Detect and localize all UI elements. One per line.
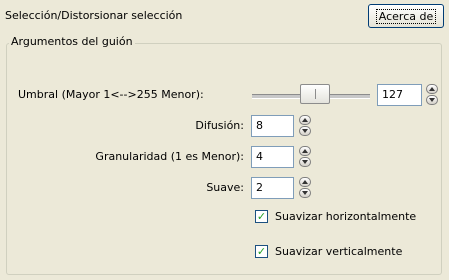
dialog-title: Selección/Distorsionar selección — [5, 9, 183, 22]
about-button-label: Acerca de — [375, 8, 437, 24]
smooth-horizontal-label: Suavizar horizontalmente — [275, 210, 417, 223]
diffusion-label: Difusión: — [195, 119, 244, 132]
arrow-down-icon[interactable] — [299, 126, 311, 136]
granularity-label: Granularidad (1 es Menor): — [95, 150, 244, 163]
threshold-input[interactable]: 127 — [377, 84, 422, 106]
checkmark-icon: ✓ — [256, 210, 267, 223]
smooth-label: Suave: — [206, 181, 244, 194]
group-legend: Argumentos del guión — [9, 35, 135, 48]
dialog-panel: Selección/Distorsionar selección Acerca … — [0, 0, 449, 280]
diffusion-input[interactable]: 8 — [251, 115, 294, 137]
arrow-up-icon[interactable] — [426, 84, 438, 94]
smooth-vertical-label: Suavizar verticalmente — [275, 245, 403, 258]
diffusion-spinner[interactable] — [299, 115, 311, 137]
arrow-up-icon[interactable] — [299, 146, 311, 156]
smooth-vertical-checkbox[interactable]: ✓ — [255, 245, 268, 258]
arrow-up-icon[interactable] — [299, 115, 311, 125]
checkmark-icon: ✓ — [256, 245, 267, 258]
about-button[interactable]: Acerca de — [368, 4, 444, 28]
threshold-slider-thumb[interactable] — [300, 84, 330, 104]
smooth-spinner[interactable] — [299, 177, 311, 199]
threshold-label: Umbral (Mayor 1<-->255 Menor): — [18, 88, 204, 101]
smooth-horizontal-checkbox[interactable]: ✓ — [255, 210, 268, 223]
arrow-up-icon[interactable] — [299, 177, 311, 187]
threshold-spinner[interactable] — [426, 84, 438, 106]
arrow-down-icon[interactable] — [299, 188, 311, 198]
granularity-input[interactable]: 4 — [251, 146, 294, 168]
granularity-spinner[interactable] — [299, 146, 311, 168]
smooth-input[interactable]: 2 — [251, 177, 294, 199]
arrow-down-icon[interactable] — [299, 157, 311, 167]
arrow-down-icon[interactable] — [426, 95, 438, 105]
